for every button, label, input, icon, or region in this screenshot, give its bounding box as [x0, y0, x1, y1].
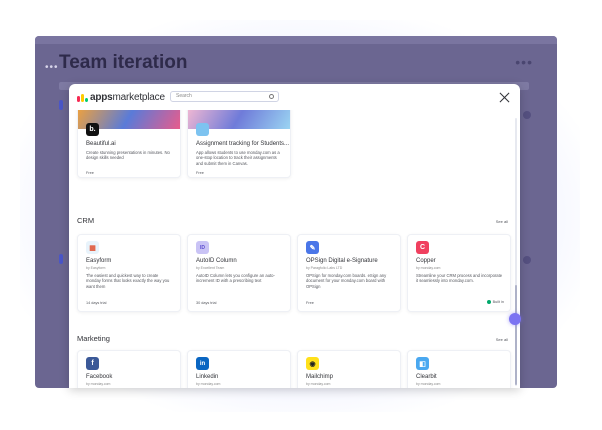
- pricing-tag: Free: [196, 171, 204, 175]
- app-name: Mailchimp: [306, 374, 334, 380]
- window-dots: •••: [45, 62, 59, 73]
- app-vendor: by monday.com: [416, 266, 441, 270]
- more-options-icon[interactable]: •••: [515, 54, 533, 70]
- app-name: Beautiful.ai: [86, 141, 116, 147]
- app-name: Clearbit: [416, 374, 437, 380]
- section-title-crm: CRM: [77, 216, 95, 225]
- logo-rest: marketplace: [112, 92, 165, 103]
- app-name: Facebook: [86, 374, 113, 380]
- app-name: OPSign Digital e-Signature: [306, 258, 378, 264]
- marketplace-content: b. Beautiful.ai Create stunning presenta…: [69, 110, 520, 388]
- logo-text: appsmarketplace: [90, 92, 165, 103]
- app-description: The easiest and quickest way to create m…: [86, 273, 170, 289]
- opsign-icon: ✎: [306, 241, 319, 254]
- see-all-link[interactable]: See all: [496, 337, 508, 342]
- apps-marketplace-modal: appsmarketplace Search b. Beautiful.ai C…: [69, 84, 520, 388]
- app-card-easyform[interactable]: ▦ Easyform by Easyform The easiest and q…: [77, 234, 181, 312]
- scrollbar-thumb[interactable]: [515, 285, 517, 385]
- built-in-badge: Built in: [486, 300, 504, 304]
- app-name: Easyform: [86, 258, 112, 264]
- app-vendor: by monday.com: [416, 382, 441, 386]
- see-all-link[interactable]: See all: [496, 219, 508, 224]
- app-vendor: by monday.com: [306, 382, 331, 386]
- mailchimp-icon: ◉: [306, 357, 319, 370]
- pricing-tag: 14 days trial: [86, 301, 107, 305]
- app-card-facebook[interactable]: f Facebook by monday.com: [77, 350, 181, 388]
- beautiful-ai-icon: b.: [86, 123, 99, 136]
- logo-bold: apps: [90, 92, 113, 103]
- modal-header: appsmarketplace Search: [69, 84, 520, 110]
- built-in-dot-icon: [486, 300, 491, 304]
- app-description: Create stunning presentations in minutes…: [86, 150, 170, 161]
- pricing-tag: Free: [306, 301, 314, 305]
- app-vendor: by Excellent Team: [196, 266, 225, 270]
- pricing-tag: 30 days trial: [196, 301, 217, 305]
- autoid-column-icon: ID: [196, 241, 209, 254]
- status-dot: [523, 256, 531, 264]
- app-name: Linkedin: [196, 374, 219, 380]
- app-card-autoid-column[interactable]: ID AutoID Column by Excellent Team AutoI…: [187, 234, 291, 312]
- app-description: Streamline your CRM process and incorpor…: [416, 273, 503, 284]
- facebook-icon: f: [86, 357, 99, 370]
- board-title: Team iteration: [59, 52, 188, 73]
- search-input[interactable]: Search: [170, 91, 279, 102]
- group-marker: [59, 100, 63, 110]
- app-vendor: by Paragfolio Labs LTD: [306, 266, 343, 270]
- app-description: App allows students to use monday.com as…: [196, 150, 280, 166]
- section-title-marketing: Marketing: [77, 334, 110, 343]
- clearbit-icon: ◧: [416, 357, 429, 370]
- app-description: AutoID Column lets you configure an auto…: [196, 273, 275, 284]
- cursor-pointer: [509, 313, 521, 325]
- copper-icon: C: [416, 241, 429, 254]
- built-in-label: Built in: [492, 300, 504, 304]
- app-card-opsign[interactable]: ✎ OPSign Digital e-Signature by Paragfol…: [297, 234, 401, 312]
- pricing-tag: Free: [86, 171, 94, 175]
- linkedin-icon: in: [196, 357, 209, 370]
- easyform-icon: ▦: [86, 241, 99, 254]
- app-name: Copper: [416, 258, 436, 264]
- app-card-assignment-tracking[interactable]: Assignment tracking for Students... App …: [187, 110, 291, 178]
- app-card-linkedin[interactable]: in Linkedin by monday.com: [187, 350, 291, 388]
- status-dot: [523, 111, 531, 119]
- monday-logo-icon: [77, 93, 88, 102]
- board-top-bar: [35, 36, 557, 44]
- app-name: Assignment tracking for Students...: [196, 141, 290, 147]
- app-vendor: by Easyform: [86, 266, 106, 270]
- search-icon: [269, 94, 274, 99]
- group-marker: [59, 254, 63, 264]
- app-card-copper[interactable]: C Copper by monday.com Streamline your C…: [407, 234, 511, 312]
- app-description: OPSign for monday.com boards. eSign any …: [306, 273, 387, 289]
- assignment-tracking-icon: [196, 123, 209, 136]
- apps-marketplace-logo: appsmarketplace: [77, 92, 165, 103]
- app-card-mailchimp[interactable]: ◉ Mailchimp by monday.com: [297, 350, 401, 388]
- app-name: AutoID Column: [196, 258, 237, 264]
- app-vendor: by monday.com: [196, 382, 221, 386]
- app-card-beautiful-ai[interactable]: b. Beautiful.ai Create stunning presenta…: [77, 110, 181, 178]
- close-icon[interactable]: [499, 92, 510, 103]
- app-vendor: by monday.com: [86, 382, 111, 386]
- app-card-clearbit[interactable]: ◧ Clearbit by monday.com: [407, 350, 511, 388]
